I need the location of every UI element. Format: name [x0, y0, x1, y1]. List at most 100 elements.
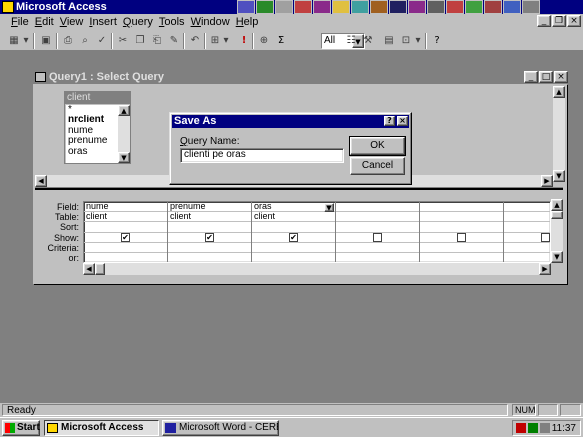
grid-or-cell[interactable]: [84, 253, 167, 262]
query-type-dropdown-icon[interactable]: ▾: [222, 33, 230, 49]
field-list-item[interactable]: *: [66, 105, 118, 115]
menu-tools[interactable]: Tools: [156, 15, 188, 30]
query-close-button[interactable]: ×: [554, 71, 568, 83]
grid-field-cell[interactable]: nume: [84, 202, 167, 213]
mail-shortcut-icon[interactable]: [446, 0, 464, 14]
query-window-icon[interactable]: [35, 72, 46, 82]
bookshelf-shortcut-icon[interactable]: [351, 0, 369, 14]
scroll-thumb[interactable]: [551, 211, 563, 219]
print-preview-icon[interactable]: ⌕: [77, 33, 93, 49]
copy-icon[interactable]: ❐: [132, 33, 148, 49]
dialog-help-button[interactable]: ?: [384, 116, 395, 126]
show-checkbox[interactable]: ✔: [121, 232, 130, 242]
grid-criteria-cell[interactable]: [336, 243, 419, 253]
grid-table-cell[interactable]: [336, 212, 419, 223]
menu-window[interactable]: Window: [188, 15, 233, 30]
excel-shortcut-icon[interactable]: [256, 0, 274, 14]
tasks-shortcut-icon[interactable]: [465, 0, 483, 14]
doc-minimize-button[interactable]: _: [537, 15, 551, 27]
grid-field-cell[interactable]: [420, 202, 503, 213]
grid-sort-cell[interactable]: [84, 222, 167, 233]
grid-or-cell[interactable]: [420, 253, 503, 262]
frontpage-shortcut-icon[interactable]: [408, 0, 426, 14]
scroll-up-icon[interactable]: ▲: [551, 199, 563, 211]
cut-icon[interactable]: ✂: [115, 33, 131, 49]
start-button[interactable]: Start: [2, 420, 40, 436]
grid-horizontal-scrollbar[interactable]: ◀ ▶: [83, 263, 551, 275]
spelling-icon[interactable]: ✓: [94, 33, 110, 49]
tray-antivirus-icon[interactable]: [528, 423, 538, 433]
scroll-left-icon[interactable]: ◀: [83, 263, 95, 275]
query-window-title-bar[interactable]: Query1 : Select Query: [33, 70, 567, 84]
table-pane-vertical-scrollbar[interactable]: ▲ ▼: [553, 86, 565, 182]
scroll-left-icon[interactable]: ◀: [35, 175, 47, 187]
build-icon[interactable]: ⚒: [360, 33, 376, 49]
grid-table-cell[interactable]: client: [168, 212, 251, 223]
show-checkbox[interactable]: ✔: [289, 232, 298, 242]
app-title-bar[interactable]: Microsoft Access: [0, 0, 583, 14]
grid-vertical-scrollbar[interactable]: ▲ ▼: [551, 199, 563, 263]
grid-field-cell[interactable]: oras: [252, 202, 335, 213]
powerpoint-shortcut-icon[interactable]: [294, 0, 312, 14]
new-object-dropdown-icon[interactable]: ▾: [414, 33, 422, 49]
menu-insert[interactable]: Insert: [86, 15, 120, 30]
field-list-item[interactable]: oras: [66, 147, 118, 157]
grid-sort-cell[interactable]: [420, 222, 503, 233]
view-dropdown-icon[interactable]: ▾: [22, 33, 30, 49]
query-maximize-button[interactable]: □: [539, 71, 553, 83]
explorer-shortcut-icon[interactable]: [427, 0, 445, 14]
field-list-title[interactable]: client: [65, 92, 130, 104]
grid-criteria-cell[interactable]: [420, 243, 503, 253]
save-icon[interactable]: ▣: [38, 33, 54, 49]
properties-icon[interactable]: ☷: [343, 33, 359, 49]
task-button-word[interactable]: Microsoft Word - CERERE...: [162, 420, 279, 436]
scroll-down-icon[interactable]: ▼: [553, 170, 565, 182]
dialog-title-bar[interactable]: Save As: [172, 115, 409, 128]
grid-sort-cell[interactable]: [252, 222, 335, 233]
tray-app-icon[interactable]: [516, 423, 526, 433]
scroll-up-icon[interactable]: ▲: [118, 105, 130, 116]
menu-help[interactable]: Help: [233, 15, 262, 30]
help-icon[interactable]: ?: [429, 33, 445, 49]
field-dropdown-icon[interactable]: ▼: [324, 203, 334, 212]
menu-view[interactable]: View: [57, 15, 87, 30]
field-list-item[interactable]: prenume: [66, 136, 118, 146]
paste-icon[interactable]: ⎗: [149, 33, 165, 49]
show-checkbox[interactable]: [457, 232, 466, 242]
show-checkbox[interactable]: ✔: [205, 232, 214, 242]
grid-table-cell[interactable]: [420, 212, 503, 223]
binder-shortcut-icon[interactable]: [275, 0, 293, 14]
notes-shortcut-icon[interactable]: [522, 0, 540, 14]
volume-icon[interactable]: [540, 423, 550, 433]
grid-field-cell[interactable]: [504, 202, 550, 213]
run-icon[interactable]: !: [236, 33, 252, 49]
format-painter-icon[interactable]: ✎: [166, 33, 182, 49]
grid-field-cell[interactable]: prenume: [168, 202, 251, 213]
schedule-shortcut-icon[interactable]: [332, 0, 350, 14]
menu-edit[interactable]: Edit: [32, 15, 57, 30]
journal-shortcut-icon[interactable]: [484, 0, 502, 14]
field-list-scrollbar[interactable]: ▲ ▼: [118, 105, 130, 163]
grid-or-cell[interactable]: [336, 253, 419, 262]
query-minimize-button[interactable]: _: [524, 71, 538, 83]
grid-table-cell[interactable]: [504, 212, 550, 223]
ok-button[interactable]: OK: [349, 136, 406, 156]
menu-file[interactable]: File: [8, 15, 32, 30]
grid-sort-cell[interactable]: [336, 222, 419, 233]
doc-restore-button[interactable]: ❐: [552, 15, 566, 27]
undo-icon[interactable]: ↶: [187, 33, 203, 49]
scroll-up-icon[interactable]: ▲: [553, 86, 565, 98]
cancel-button[interactable]: Cancel: [350, 157, 405, 175]
new-object-icon[interactable]: ⊡: [398, 33, 414, 49]
clock[interactable]: 11:37: [552, 422, 576, 435]
scroll-thumb[interactable]: [95, 263, 105, 275]
totals-icon[interactable]: Σ: [273, 33, 289, 49]
doc-close-button[interactable]: ×: [567, 15, 581, 27]
database-window-icon[interactable]: ▤: [381, 33, 397, 49]
grid-criteria-cell[interactable]: [504, 243, 550, 253]
field-list-item[interactable]: nume: [66, 126, 118, 136]
grid-criteria-cell[interactable]: [168, 243, 251, 253]
view-icon[interactable]: ▦: [6, 33, 22, 49]
show-checkbox[interactable]: [373, 232, 382, 242]
grid-or-cell[interactable]: [504, 253, 550, 262]
